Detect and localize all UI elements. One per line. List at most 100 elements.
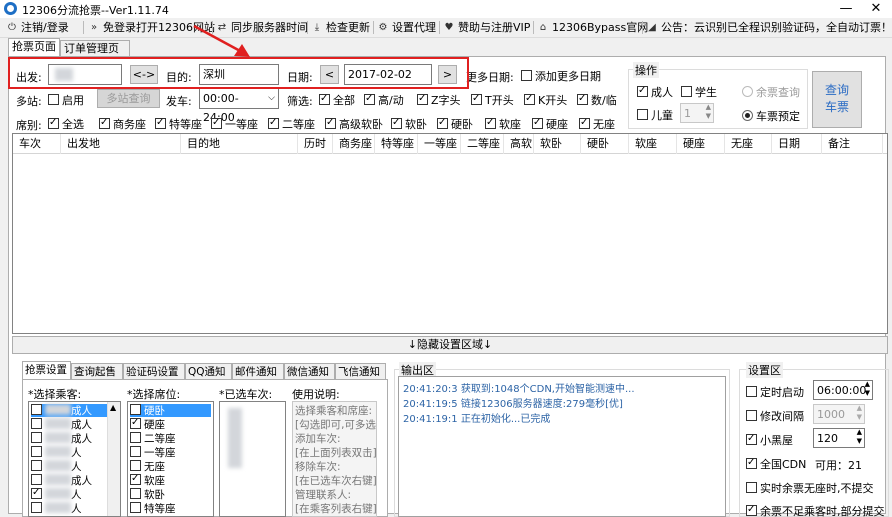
minimize-button[interactable]: — bbox=[832, 0, 860, 18]
tab-email-notify[interactable]: 邮件通知 bbox=[232, 363, 284, 380]
tab-query-sale[interactable]: 查询起售 bbox=[71, 363, 123, 380]
column-header[interactable]: 目的地 bbox=[181, 134, 298, 154]
seat-item[interactable]: 软座 bbox=[130, 472, 211, 487]
selected-trains-list[interactable] bbox=[219, 401, 286, 517]
timer-start-checkbox[interactable]: 定时启动 bbox=[746, 384, 804, 400]
seat-item[interactable]: 硬座 bbox=[130, 416, 211, 431]
tab-fetion-notify[interactable]: 飞信通知 bbox=[335, 363, 386, 380]
timer-start-stepper[interactable]: 06:00:00 ▲ ▼ bbox=[813, 380, 873, 400]
column-header[interactable]: 日期 bbox=[772, 134, 822, 154]
seat-item[interactable]: 软卧 bbox=[130, 488, 211, 501]
adult-checkbox[interactable]: 成人 bbox=[637, 84, 673, 100]
realtime-no-seat-checkbox[interactable]: 实时余票无座时,不提交 bbox=[746, 480, 874, 496]
seat-hard-sleeper-checkbox[interactable]: 硬卧 bbox=[437, 116, 473, 132]
power-icon: ⏻ bbox=[8, 22, 16, 33]
output-log[interactable]: 20:41:20:3 获取到:1048个CDN,开始智能测速中... 20:41… bbox=[398, 376, 726, 517]
column-header[interactable]: 车次 bbox=[13, 134, 61, 154]
seat-deluxe-sleeper-checkbox[interactable]: 高级软卧 bbox=[325, 116, 383, 132]
reserve-ticket-radio[interactable]: 车票预定 bbox=[742, 108, 800, 124]
remaining-query-radio[interactable]: 余票查询 bbox=[742, 84, 800, 100]
multistation-enable-checkbox[interactable]: 启用 bbox=[48, 92, 84, 108]
blackroom-stepper[interactable]: 120 ▲ ▼ bbox=[813, 428, 865, 448]
seat-hard-seat-checkbox[interactable]: 硬座 bbox=[532, 116, 568, 132]
seat-item[interactable]: 特等座 bbox=[130, 502, 211, 515]
seat-standing-checkbox[interactable]: 无座 bbox=[579, 116, 615, 132]
passenger-item[interactable]: 人 bbox=[31, 486, 107, 501]
passenger-scrollbar[interactable]: ▲ bbox=[107, 402, 120, 516]
tab-order-management[interactable]: 订单管理页面 bbox=[60, 40, 130, 71]
multistation-query-button[interactable]: 多站查询 bbox=[97, 89, 160, 108]
column-header[interactable]: 硬座 bbox=[677, 134, 725, 154]
student-checkbox[interactable]: 学生 bbox=[681, 84, 717, 100]
double-chevron-icon: » bbox=[90, 22, 98, 33]
column-header[interactable]: 软卧 bbox=[534, 134, 581, 154]
passenger-item[interactable]: 成人 bbox=[31, 418, 107, 431]
passenger-item[interactable]: 成人 bbox=[31, 432, 107, 445]
interval-checkbox[interactable]: 修改间隔 bbox=[746, 408, 804, 424]
interval-stepper[interactable]: 1000 ▲ ▼ bbox=[813, 404, 865, 424]
query-tickets-button[interactable]: 查询 车票 bbox=[812, 71, 862, 128]
depart-time-select[interactable]: 00:00-24:00 ⌵ bbox=[199, 88, 279, 124]
seat-soft-sleeper-checkbox[interactable]: 软卧 bbox=[391, 116, 427, 132]
passenger-list[interactable]: 成人成人成人人人成人人人 ▲ bbox=[28, 401, 121, 517]
partial-submit-checkbox[interactable]: 余票不足乘客时,部分提交 bbox=[746, 503, 885, 517]
tab-captcha-settings[interactable]: 验证码设置 bbox=[123, 363, 185, 380]
seat-all-checkbox[interactable]: 全选 bbox=[48, 116, 84, 132]
seat-item[interactable]: 无座 bbox=[130, 460, 211, 473]
announcement-button[interactable]: ◢ 公告：云识别已全程识别验证码，全自动订票！ bbox=[646, 19, 892, 36]
column-header[interactable]: 一等座 bbox=[418, 134, 461, 154]
tab-grab-tickets[interactable]: 抢票页面 bbox=[8, 38, 60, 57]
passenger-item[interactable]: 人 bbox=[31, 460, 107, 473]
close-button[interactable]: ✕ bbox=[862, 0, 890, 18]
column-header[interactable]: 软座 bbox=[629, 134, 677, 154]
column-header[interactable]: 二等座 bbox=[461, 134, 504, 154]
column-header[interactable]: 商务座 bbox=[333, 134, 375, 154]
column-header[interactable]: 出发地 bbox=[61, 134, 181, 154]
scroll-up-icon[interactable]: ▲ bbox=[110, 403, 116, 412]
tab-wechat-notify[interactable]: 微信通知 bbox=[284, 363, 335, 380]
sponsor-vip-button[interactable]: ♥ 赞助与注册VIP bbox=[443, 19, 531, 36]
seat-item[interactable]: 硬卧 bbox=[130, 404, 211, 417]
child-count-stepper[interactable]: 1 ▲ ▼ bbox=[680, 103, 714, 123]
seat-premium-checkbox[interactable]: 特等座 bbox=[155, 116, 202, 132]
filter-z-checkbox[interactable]: Z字头 bbox=[417, 92, 461, 108]
seat-soft-seat-checkbox[interactable]: 软座 bbox=[485, 116, 521, 132]
add-more-dates-checkbox[interactable]: 添加更多日期 bbox=[521, 68, 601, 84]
check-update-button[interactable]: ⤓ 检查更新 bbox=[311, 19, 370, 36]
tab-qq-notify[interactable]: QQ通知 bbox=[185, 363, 232, 380]
login-logout-button[interactable]: ⏻ 注销/登录 bbox=[6, 19, 69, 36]
checkbox-label: 全国CDN bbox=[760, 458, 807, 471]
seat-first-checkbox[interactable]: 一等座 bbox=[211, 116, 258, 132]
blackroom-checkbox[interactable]: 小黑屋 bbox=[746, 432, 793, 448]
column-header[interactable]: 特等座 bbox=[375, 134, 418, 154]
passenger-item[interactable]: 人 bbox=[31, 502, 107, 515]
column-header[interactable]: 备注 bbox=[822, 134, 883, 154]
column-header[interactable]: 高软 bbox=[504, 134, 534, 154]
filter-k-checkbox[interactable]: K开头 bbox=[524, 92, 567, 108]
filter-all-checkbox[interactable]: 全部 bbox=[319, 92, 355, 108]
passenger-item[interactable]: 人 bbox=[31, 446, 107, 459]
filter-gd-checkbox[interactable]: 高/动 bbox=[364, 92, 404, 108]
checkbox-icon bbox=[130, 432, 141, 443]
proxy-settings-button[interactable]: ⚙ 设置代理 bbox=[377, 19, 436, 36]
hide-settings-button[interactable]: ↓隐藏设置区域↓ bbox=[12, 336, 888, 354]
child-checkbox[interactable]: 儿童 bbox=[637, 107, 673, 123]
redacted-text bbox=[45, 418, 71, 429]
national-cdn-checkbox[interactable]: 全国CDN bbox=[746, 456, 806, 472]
checkbox-icon bbox=[746, 482, 757, 493]
seat-item[interactable]: 一等座 bbox=[130, 446, 211, 459]
official-site-button[interactable]: ⌂ 12306Bypass官网 bbox=[537, 19, 648, 36]
passenger-item[interactable]: 成人 bbox=[31, 404, 107, 417]
seat-item[interactable]: 二等座 bbox=[130, 432, 211, 445]
seat-pick-list[interactable]: 硬卧硬座二等座一等座无座软座软卧特等座 bbox=[127, 401, 214, 517]
column-header[interactable]: 历时 bbox=[298, 134, 333, 154]
column-header[interactable]: 无座 bbox=[725, 134, 772, 154]
column-header[interactable]: 硬卧 bbox=[581, 134, 629, 154]
passenger-item[interactable]: 成人 bbox=[31, 474, 107, 487]
seat-business-checkbox[interactable]: 商务座 bbox=[99, 116, 146, 132]
filter-temp-checkbox[interactable]: 数/临 bbox=[577, 92, 617, 108]
tab-grab-settings[interactable]: 抢票设置 bbox=[22, 361, 71, 380]
seat-second-checkbox[interactable]: 二等座 bbox=[268, 116, 315, 132]
filter-t-checkbox[interactable]: T开头 bbox=[471, 92, 514, 108]
train-results-table[interactable]: 车次 出发地 目的地 历时 商务座 特等座 一等座 二等座 高软 软卧 硬卧 软座 硬座 无座 日期 备注 bbox=[12, 133, 888, 334]
